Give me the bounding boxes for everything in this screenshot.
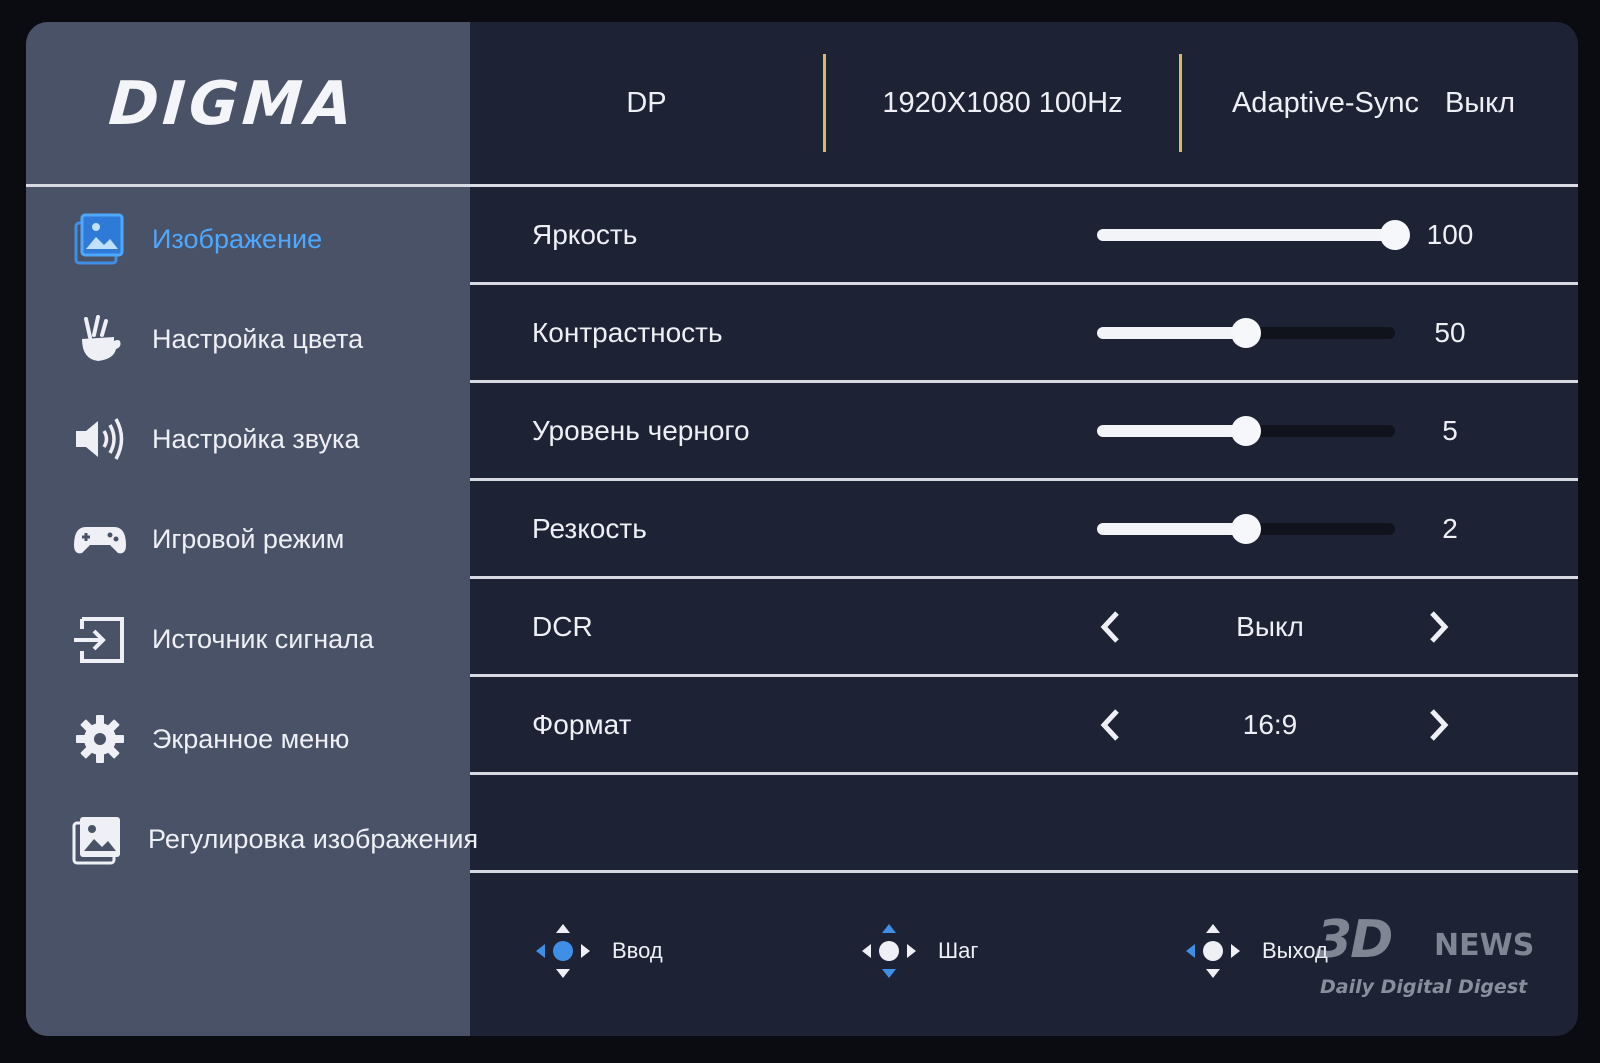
color-palette-icon [70,309,130,369]
contrast-slider[interactable] [1097,318,1395,348]
hint-exit: Выход [1182,920,1328,982]
empty-row [470,775,1578,873]
chevron-right-icon[interactable] [1424,607,1454,647]
sidebar: DIGMA Изображение Настройка цвета Настро… [26,22,478,1036]
watermark-news: NEWS [1434,928,1535,963]
sidebar-item-label: Настройка звука [152,423,360,454]
sidebar-item-label: Игровой режим [152,523,345,554]
sidebar-menu: Изображение Настройка цвета Настройка зв… [26,189,478,889]
slider-knob[interactable] [1231,416,1261,446]
slider-fill [1097,425,1246,437]
setting-label: Яркость [532,218,638,250]
setting-value: 16:9 [1242,708,1298,740]
slider-knob[interactable] [1231,514,1261,544]
setting-contrast[interactable]: Контрастность 50 [470,285,1578,383]
sharpness-slider[interactable] [1097,514,1395,544]
adaptive-sync-label: Adaptive-Sync [1231,86,1419,119]
input-source-icon [70,609,130,669]
setting-label: Формат [532,708,632,740]
settings-list: Яркость 100 Контрастность 50 Уровень чер… [470,187,1578,873]
input-source-status: DP [626,86,667,119]
sidebar-item-image[interactable]: Изображение [26,189,470,289]
logo-area: DIGMA [26,22,470,186]
setting-brightness[interactable]: Яркость 100 [470,187,1578,285]
setting-value: 100 [1426,218,1474,250]
gear-icon [70,709,130,769]
setting-dcr[interactable]: DCR Выкл [470,579,1578,677]
setting-sharpness[interactable]: Резкость 2 [470,481,1578,579]
image-icon [70,209,130,269]
slider-fill [1097,229,1395,241]
setting-black-level[interactable]: Уровень черного 5 [470,383,1578,481]
sidebar-item-label: Настройка цвета [152,323,364,354]
hint-enter: Ввод [532,920,663,982]
setting-value: 5 [1442,414,1458,446]
slider-knob[interactable] [1380,220,1410,250]
setting-label: Уровень черного [532,414,750,446]
chevron-left-icon[interactable] [1095,607,1125,647]
gamepad-icon [70,509,130,569]
black-level-slider[interactable] [1097,416,1395,446]
sidebar-item-game[interactable]: Игровой режим [26,489,470,589]
sidebar-item-sound[interactable]: Настройка звука [26,389,470,489]
adaptive-sync-status: Adaptive-Sync Выкл [1182,22,1578,184]
joystick-left-icon [1186,924,1240,978]
sidebar-item-color[interactable]: Настройка цвета [26,289,470,389]
image-adjust-icon [70,809,126,869]
brand-logo: DIGMA [106,69,360,139]
chevron-right-icon[interactable] [1424,705,1454,745]
osd-menu: DIGMA Изображение Настройка цвета Настро… [26,22,1578,1036]
sidebar-item-label: Экранное меню [152,723,350,754]
slider-fill [1097,327,1246,339]
sidebar-item-image-adjust[interactable]: Регулировка изображения [26,789,478,889]
resolution-status: 1920X1080 100Hz [882,86,1123,119]
setting-aspect-ratio[interactable]: Формат 16:9 [470,677,1578,775]
setting-label: Контрастность [532,316,723,348]
setting-value: 50 [1434,316,1466,348]
setting-label: Резкость [532,512,647,544]
watermark-logo: 3D NEWS Daily Digital Digest [1316,910,1566,1010]
slider-fill [1097,523,1246,535]
sidebar-item-label: Источник сигнала [152,623,374,654]
joystick-press-icon [536,924,590,978]
setting-label: DCR [532,610,593,642]
status-header: DP 1920X1080 100Hz Adaptive-Sync Выкл [470,22,1578,184]
adaptive-sync-value: Выкл [1444,86,1516,119]
brightness-slider[interactable] [1097,220,1410,250]
sidebar-item-label: Регулировка изображения [148,823,479,854]
setting-value: Выкл [1236,610,1304,642]
hint-label: Шаг [938,938,979,963]
sidebar-item-input-source[interactable]: Источник сигнала [26,589,470,689]
slider-knob[interactable] [1231,318,1261,348]
chevron-left-icon[interactable] [1095,705,1125,745]
setting-value: 2 [1442,512,1458,544]
joystick-updown-icon [862,924,916,978]
hint-step: Шаг [858,920,978,982]
watermark-tagline: Daily Digital Digest [1320,976,1528,998]
hint-label: Ввод [612,938,663,963]
sidebar-item-osd[interactable]: Экранное меню [26,689,470,789]
sidebar-item-label: Изображение [152,223,323,254]
speaker-icon [70,409,130,469]
watermark-3d: 3D [1316,910,1393,970]
